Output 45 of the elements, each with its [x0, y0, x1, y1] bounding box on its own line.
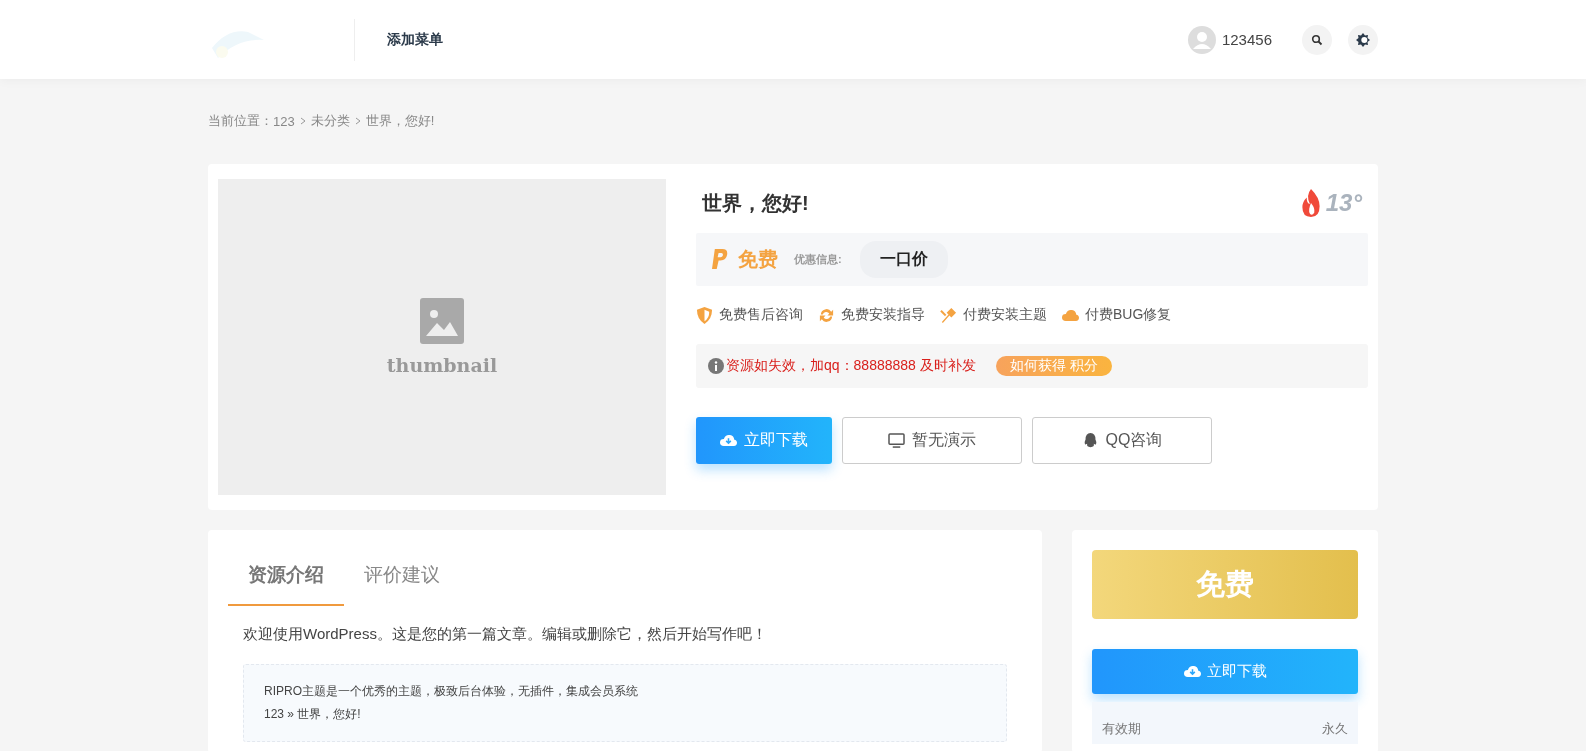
qq-button[interactable]: QQ咨询 — [1032, 417, 1212, 464]
breadcrumb-link[interactable]: 未分类 — [310, 112, 350, 130]
download-button[interactable]: 立即下载 — [1092, 649, 1358, 694]
breadcrumb-link[interactable]: 123 — [273, 113, 295, 129]
monitor-icon — [888, 433, 905, 448]
breadcrumb-link[interactable]: 世界，您好! — [365, 112, 435, 130]
feature-label: 付费BUG修复 — [1085, 306, 1172, 324]
shield-icon — [696, 306, 713, 324]
chevron-icon — [354, 117, 361, 125]
cloud-download-icon — [1183, 664, 1201, 679]
info-icon — [708, 358, 724, 374]
theme-toggle-button[interactable] — [1348, 24, 1378, 55]
download-button[interactable]: 立即下载 — [696, 417, 832, 464]
nav-menu-item[interactable]: 添加菜单 — [387, 30, 443, 49]
article-text: 欢迎使用WordPress。这是您的第一篇文章。编辑或删除它，然后开始写作吧！ — [243, 625, 768, 644]
product-title: 世界，您好! — [702, 190, 809, 216]
info-value: 永久 — [1322, 720, 1348, 738]
discount-label: 优惠信息: — [794, 252, 842, 267]
discount-tag: 一口价 — [859, 241, 948, 278]
chevron-icon — [299, 117, 306, 125]
feature-label: 免费安装指导 — [841, 306, 925, 324]
tab[interactable]: 资源介绍 — [228, 558, 344, 606]
notice-text: 资源如失效，加qq：88888888 及时补发 — [726, 357, 976, 375]
view-count: 13° — [1325, 189, 1362, 217]
cloud-download-icon — [720, 433, 737, 448]
breadcrumb-label: 当前位置： — [208, 112, 273, 130]
search-icon — [1311, 33, 1323, 46]
theme-icon — [1356, 32, 1370, 47]
paypal-icon — [712, 249, 729, 270]
tab[interactable]: 评价建议 — [344, 558, 460, 606]
sync-icon — [818, 306, 835, 324]
demo-button[interactable]: 暂无演示 — [842, 417, 1022, 464]
tools-icon — [940, 306, 957, 324]
username[interactable]: 123456 — [1221, 31, 1272, 48]
price-banner: 免费 — [1092, 550, 1358, 619]
info-box-line: 123 » 世界，您好! — [264, 706, 362, 723]
info-box-line: RIPRO主题是一个优秀的主题，极致后台体验，无插件，集成会员系统 — [264, 683, 639, 700]
price: 免费 — [738, 247, 778, 272]
info-label: 有效期 — [1102, 720, 1141, 738]
search-button[interactable] — [1302, 24, 1332, 55]
feature-label: 付费安装主题 — [963, 306, 1047, 324]
points-link[interactable]: 如何获得 积分 — [995, 356, 1112, 376]
thumbnail-label: thumbnail — [386, 354, 498, 376]
feature-label: 免费售后咨询 — [719, 306, 803, 324]
image-placeholder-icon — [420, 298, 464, 344]
